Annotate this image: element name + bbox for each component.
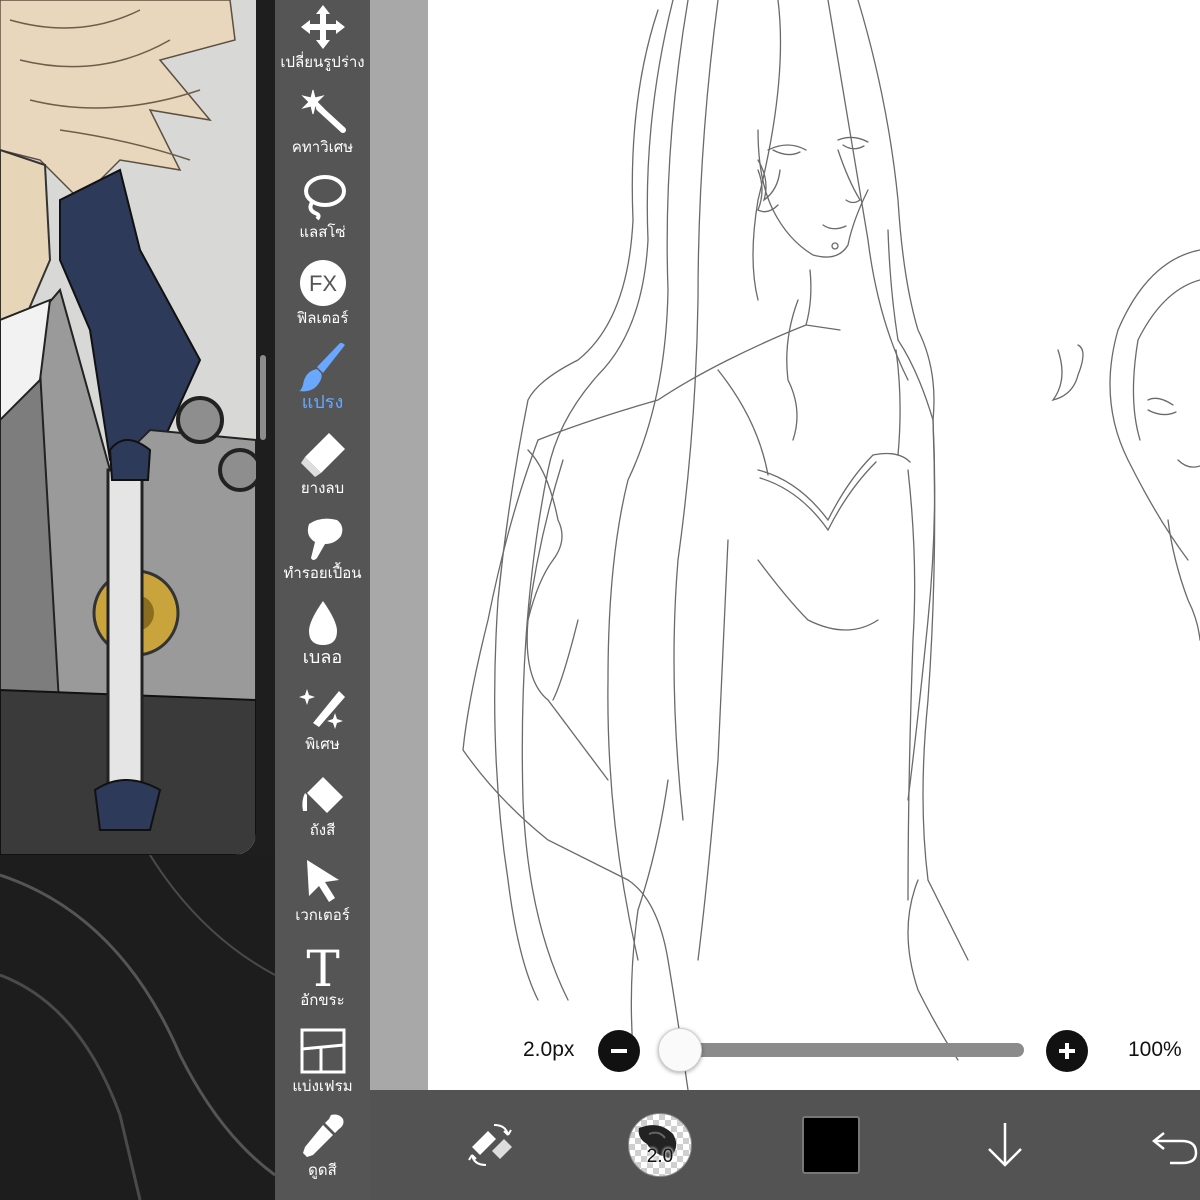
tool-transform[interactable]: เปลี่ยนรูปร่าง — [275, 2, 370, 82]
brush-size-badge: 2.0 — [646, 1146, 674, 1167]
tool-blur[interactable]: เบลอ — [275, 598, 370, 678]
plus-icon — [1059, 1043, 1075, 1059]
tool-label: อักขระ — [300, 991, 345, 1009]
split-view-handle[interactable] — [260, 355, 266, 440]
tool-label: เปลี่ยนรูปร่าง — [280, 53, 365, 71]
tool-eraser[interactable]: ยางลบ — [275, 428, 370, 508]
tool-vector[interactable]: เวกเตอร์ — [275, 855, 370, 935]
text-icon-glyph: T — [306, 940, 339, 990]
sketch-artwork — [462, 0, 1200, 1090]
fx-icon-text: FX — [308, 271, 336, 296]
brush-size-value: 2.0px — [523, 1038, 575, 1061]
brush-size-control: 2.0px 100% — [428, 1020, 1200, 1082]
reference-illustration — [0, 0, 256, 855]
transform-icon — [297, 2, 349, 52]
drawing-canvas[interactable] — [428, 0, 1200, 1090]
tool-text[interactable]: T อักขระ — [275, 940, 370, 1020]
filter-fx-icon: FX — [297, 258, 349, 308]
undo-button[interactable] — [1150, 1090, 1200, 1200]
frame-divider-icon — [297, 1026, 349, 1076]
tool-label: แปรง — [301, 392, 344, 413]
vector-cursor-icon — [297, 855, 349, 905]
tool-frame-divider[interactable]: แบ่งเฟรม — [275, 1026, 370, 1106]
save-button[interactable] — [980, 1090, 1030, 1200]
brush-size-slider-track[interactable] — [666, 1043, 1024, 1057]
minus-icon — [611, 1049, 627, 1053]
tool-label: แลสโซ่ — [299, 223, 346, 241]
save-arrow-icon — [988, 1123, 1022, 1167]
brush-preview: 2.0 — [628, 1113, 692, 1177]
brush-size-slider-thumb[interactable] — [658, 1028, 702, 1072]
tool-label: ยางลบ — [300, 479, 345, 497]
tool-label: แบ่งเฟรม — [292, 1077, 353, 1095]
zoom-level: 100% — [1128, 1038, 1182, 1061]
tool-label: ทำรอยเปื้อน — [283, 564, 362, 582]
decrease-size-button[interactable] — [598, 1030, 640, 1072]
reference-artwork-lower — [0, 854, 275, 1200]
dark-coat-illustration — [0, 854, 275, 1200]
tool-eyedropper[interactable]: ดูดสี — [275, 1110, 370, 1190]
tool-label: ฟิลเตอร์ — [296, 309, 349, 327]
text-icon: T — [297, 940, 349, 990]
tool-sidebar: เปลี่ยนรูปร่าง คทาวิเศษ แลสโซ่ FX ฟิลเตอ… — [275, 0, 370, 1200]
tool-label: คทาวิเศษ — [291, 138, 354, 156]
brush-icon — [297, 343, 349, 393]
blur-drop-icon — [297, 598, 349, 648]
tool-brush[interactable]: แปรง — [275, 343, 370, 423]
swap-tools-button[interactable] — [460, 1090, 520, 1200]
reference-artwork[interactable] — [0, 0, 256, 855]
tool-smudge[interactable]: ทำรอยเปื้อน — [275, 513, 370, 593]
magic-wand-icon — [297, 87, 349, 137]
tool-filter[interactable]: FX ฟิลเตอร์ — [275, 258, 370, 338]
tool-special[interactable]: พิเศษ — [275, 684, 370, 764]
tool-magic-wand[interactable]: คทาวิเศษ — [275, 87, 370, 167]
tool-fill-bucket[interactable]: ถังสี — [275, 770, 370, 850]
reference-image-panel — [0, 0, 275, 1200]
brush-settings-button[interactable]: 2.0 — [625, 1090, 695, 1200]
bottom-toolbar: 2.0 — [370, 1090, 1200, 1200]
canvas-margin — [370, 0, 428, 1090]
color-swatch — [802, 1116, 860, 1174]
color-picker-button[interactable] — [800, 1090, 862, 1200]
eraser-icon — [297, 428, 349, 478]
tool-lasso[interactable]: แลสโซ่ — [275, 172, 370, 252]
fill-bucket-icon — [297, 770, 349, 820]
smudge-icon — [297, 513, 349, 563]
swap-tools-icon — [468, 1124, 512, 1166]
lasso-icon — [297, 172, 349, 222]
increase-size-button[interactable] — [1046, 1030, 1088, 1072]
undo-icon — [1151, 1132, 1198, 1165]
special-sparkle-icon — [297, 684, 349, 734]
tool-label: เวกเตอร์ — [295, 906, 350, 924]
tool-label: ดูดสี — [308, 1161, 337, 1179]
tool-label: เบลอ — [302, 647, 343, 668]
tool-label: พิเศษ — [305, 735, 340, 753]
tool-label: ถังสี — [309, 821, 336, 839]
eyedropper-icon — [297, 1110, 349, 1160]
